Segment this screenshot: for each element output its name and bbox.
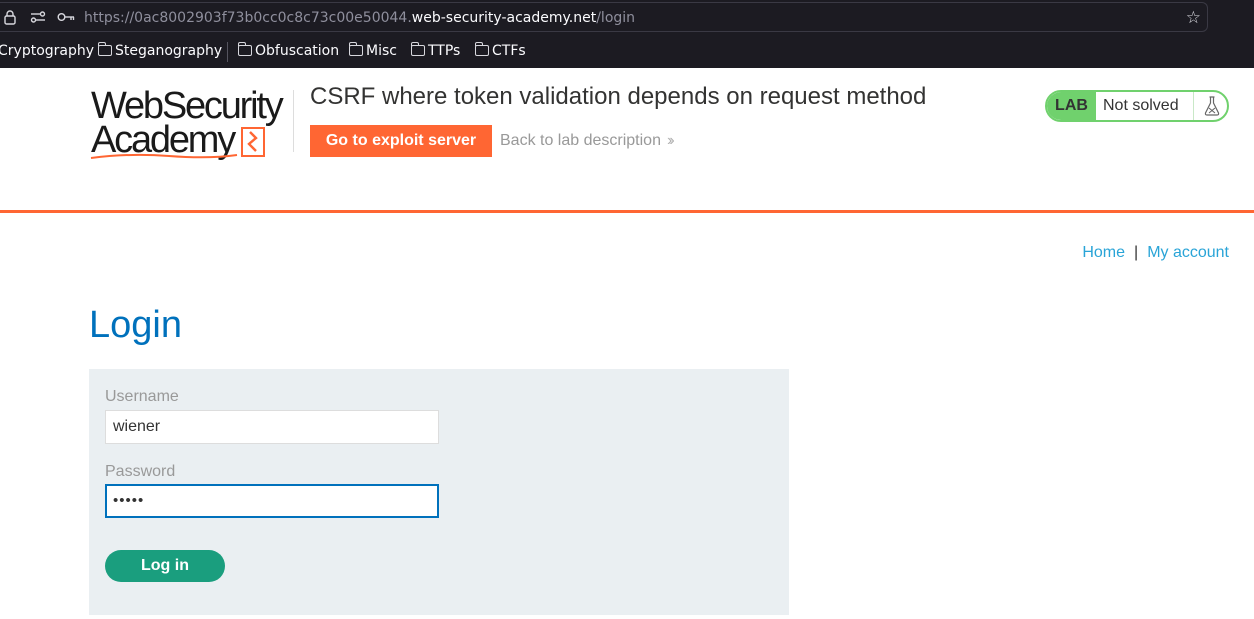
login-button[interactable]: Log in xyxy=(105,550,225,582)
folder-icon xyxy=(475,42,489,56)
lab-status-badge: LAB Not solved xyxy=(1045,90,1229,122)
password-input[interactable]: ••••• xyxy=(105,484,439,518)
bookmark-steganography[interactable]: Steganography xyxy=(98,42,222,59)
back-to-description-link[interactable]: Back to lab description ›› xyxy=(500,132,674,150)
bookmark-star-icon[interactable]: ☆ xyxy=(1186,8,1201,28)
username-label: Username xyxy=(105,388,179,405)
bookmarks-bar: Cryptography Steganography Obfuscation M… xyxy=(0,38,1254,66)
nav-home-link[interactable]: Home xyxy=(1082,244,1125,261)
back-link-label: Back to lab description xyxy=(500,132,661,149)
status-text: Not solved xyxy=(1103,97,1179,114)
web-security-academy-logo[interactable]: WebSecurity Academy xyxy=(90,86,291,161)
login-form: Username wiener Password ••••• Log in xyxy=(89,369,789,615)
nav-my-account-link[interactable]: My account xyxy=(1147,244,1229,261)
password-label: Password xyxy=(105,463,176,480)
folder-icon xyxy=(238,42,252,56)
bookmark-ctfs[interactable]: CTFs xyxy=(475,42,526,59)
username-input[interactable]: wiener xyxy=(105,410,439,444)
bookmark-ttps[interactable]: TTPs xyxy=(411,42,460,59)
header-divider-line xyxy=(0,210,1254,213)
url-bar[interactable]: https://0ac8002903f73b0cc0c8c73c00e50044… xyxy=(0,2,1208,32)
url-host: web-security-academy.net xyxy=(411,10,597,26)
top-navigation: Home | My account xyxy=(1082,244,1229,262)
key-icon[interactable] xyxy=(57,10,75,26)
exploit-server-button[interactable]: Go to exploit server xyxy=(310,125,492,157)
bookmark-obfuscation[interactable]: Obfuscation xyxy=(238,42,339,59)
folder-icon xyxy=(349,42,363,56)
double-chevron-right-icon: ›› xyxy=(666,132,674,149)
folder-icon xyxy=(98,42,112,56)
url-path: /login xyxy=(596,10,636,26)
lab-title: CSRF where token validation depends on r… xyxy=(310,83,927,110)
flask-icon xyxy=(1193,92,1227,120)
bookmarks-separator xyxy=(227,42,228,62)
logo-underline-icon xyxy=(90,153,238,159)
url-text[interactable]: https://0ac8002903f73b0cc0c8c73c00e50044… xyxy=(84,10,635,26)
permissions-icon[interactable] xyxy=(30,10,46,27)
lock-icon[interactable] xyxy=(4,10,16,28)
header-divider xyxy=(293,90,294,152)
lab-tag: LAB xyxy=(1047,92,1096,120)
logo-lightning-icon xyxy=(241,127,265,157)
bookmark-cryptography[interactable]: Cryptography xyxy=(0,43,94,59)
folder-icon xyxy=(411,42,425,56)
browser-chrome: https://0ac8002903f73b0cc0c8c73c00e50044… xyxy=(0,0,1254,68)
url-prefix: https://0ac8002903f73b0cc0c8c73c00e50044… xyxy=(84,10,412,26)
page-title: Login xyxy=(89,304,182,346)
bookmark-misc[interactable]: Misc xyxy=(349,42,397,59)
nav-separator: | xyxy=(1134,244,1139,261)
